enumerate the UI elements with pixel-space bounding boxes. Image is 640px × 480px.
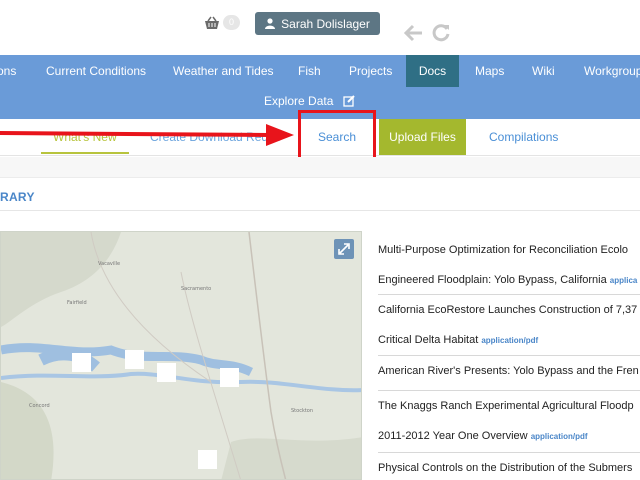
user-menu-button[interactable]: Sarah Dolislager — [255, 12, 380, 35]
explore-data-link[interactable]: Explore Data — [264, 94, 356, 108]
svg-text:Fairfield: Fairfield — [67, 300, 87, 306]
top-bar: 0 Sarah Dolislager — [0, 0, 640, 55]
edit-icon — [343, 95, 356, 107]
list-item[interactable]: California EcoRestore Launches Construct… — [378, 295, 640, 356]
history-controls — [404, 24, 451, 42]
user-icon — [265, 18, 276, 29]
explore-data-label: Explore Data — [264, 94, 334, 108]
nav-item-projects[interactable]: Projects — [349, 55, 392, 87]
doc-title-line-1[interactable]: American River's Presents: Yolo Bypass a… — [378, 356, 640, 386]
doc-title-line-2[interactable]: Critical Delta Habitat application/pdf — [378, 325, 640, 355]
section-divider — [0, 210, 640, 211]
map-marker[interactable] — [220, 368, 239, 387]
nav-item-docs[interactable]: Docs — [406, 55, 459, 87]
nav-item-weather-and-tides[interactable]: Weather and Tides — [173, 55, 274, 87]
doc-mime-type: application/pdf — [481, 336, 539, 345]
list-item[interactable]: Physical Controls on the Distribution of… — [378, 453, 640, 480]
library-map[interactable]: Vacaville Fairfield Sacramento Stockton … — [0, 231, 362, 480]
annotation-arrow — [0, 124, 294, 146]
list-item[interactable]: Multi-Purpose Optimization for Reconcili… — [378, 232, 640, 295]
svg-text:Sacramento: Sacramento — [181, 286, 211, 292]
cart[interactable]: 0 — [204, 15, 241, 30]
map-marker[interactable] — [198, 450, 217, 469]
section-spacer — [0, 157, 640, 178]
map-marker[interactable] — [125, 350, 144, 369]
doc-title-line-1[interactable]: Physical Controls on the Distribution of… — [378, 453, 640, 480]
doc-mime-type: applica — [609, 276, 638, 285]
doc-title-line-1[interactable]: Multi-Purpose Optimization for Reconcili… — [378, 235, 640, 265]
doc-title-line-1[interactable]: California EcoRestore Launches Construct… — [378, 295, 640, 325]
expand-icon — [338, 243, 350, 255]
expand-map-button[interactable] — [334, 239, 354, 259]
nav-item-current-conditions[interactable]: Current Conditions — [46, 55, 146, 87]
nav-item-wiki[interactable]: Wiki — [532, 55, 555, 87]
document-list: Multi-Purpose Optimization for Reconcili… — [378, 232, 640, 480]
section-title: RARY — [0, 190, 35, 204]
nav-item-fish[interactable]: Fish — [298, 55, 321, 87]
doc-title-line-2[interactable]: Engineered Floodplain: Yolo Bypass, Cali… — [378, 265, 640, 294]
svg-text:Stockton: Stockton — [291, 408, 313, 414]
svg-text:Vacaville: Vacaville — [98, 261, 120, 267]
tab-compilations[interactable]: Compilations — [489, 119, 558, 155]
doc-title-line-1[interactable]: The Knaggs Ranch Experimental Agricultur… — [378, 391, 640, 421]
list-item[interactable]: The Knaggs Ranch Experimental Agricultur… — [378, 391, 640, 453]
doc-mime-type: application/pdf — [530, 432, 588, 441]
nav-item-workgroups[interactable]: Workgroup — [584, 55, 640, 87]
doc-title-line-2[interactable]: 2011-2012 Year One Overview application/… — [378, 421, 640, 451]
refresh-icon[interactable] — [432, 24, 451, 42]
user-name: Sarah Dolislager — [281, 16, 370, 31]
tab-upload-files[interactable]: Upload Files — [379, 119, 466, 155]
cart-count-badge: 0 — [223, 15, 241, 30]
arrow-left-icon[interactable] — [404, 24, 423, 42]
map-marker[interactable] — [157, 363, 176, 382]
map-marker[interactable] — [72, 353, 91, 372]
nav-item-conditions[interactable]: ons — [0, 55, 16, 87]
nav-item-maps[interactable]: Maps — [475, 55, 504, 87]
shopping-basket-icon[interactable] — [204, 16, 220, 30]
map-terrain: Vacaville Fairfield Sacramento Stockton … — [1, 232, 361, 479]
list-item[interactable]: American River's Presents: Yolo Bypass a… — [378, 356, 640, 391]
svg-text:Concord: Concord — [29, 403, 50, 409]
